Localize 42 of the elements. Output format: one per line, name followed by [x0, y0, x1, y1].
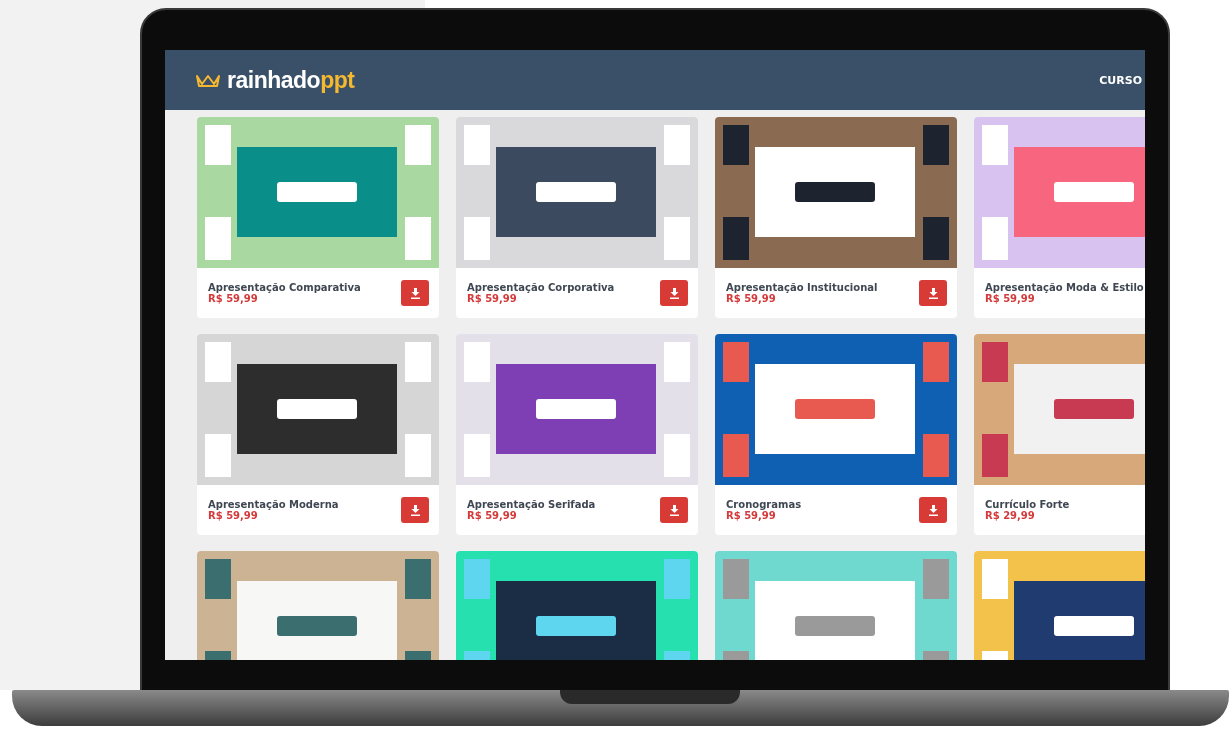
download-button[interactable]: [660, 280, 688, 306]
product-price: R$ 59,99: [208, 293, 258, 304]
download-icon: [409, 504, 421, 516]
product-title[interactable]: Apresentação Serifada: [467, 499, 660, 510]
product-price: R$ 59,99: [467, 293, 517, 304]
download-icon: [409, 287, 421, 299]
product-price: R$ 59,99: [208, 510, 258, 521]
product-price: R$ 59,99: [726, 510, 776, 521]
product-price: R$ 59,99: [985, 293, 1035, 304]
product-price: R$ 59,99: [467, 510, 517, 521]
template-thumbnail[interactable]: [974, 334, 1145, 485]
download-button[interactable]: [919, 280, 947, 306]
product-price: R$ 59,99: [726, 293, 776, 304]
product-title[interactable]: Cronogramas: [726, 499, 919, 510]
product-title[interactable]: Apresentação Moda & Estilo: [985, 282, 1145, 293]
download-button[interactable]: [919, 497, 947, 523]
product-title[interactable]: Apresentação Corporativa: [467, 282, 660, 293]
template-thumbnail[interactable]: [715, 551, 957, 660]
template-thumbnail[interactable]: [197, 334, 439, 485]
logo-text[interactable]: rainhadoppt: [227, 66, 355, 94]
template-thumbnail[interactable]: [974, 117, 1145, 268]
product-title[interactable]: Currículo Forte: [985, 499, 1145, 510]
download-icon: [927, 287, 939, 299]
download-icon: [668, 504, 680, 516]
product-price: R$ 29,99: [985, 510, 1036, 521]
crown-icon: [195, 73, 221, 87]
download-button[interactable]: [660, 497, 688, 523]
template-thumbnail[interactable]: [715, 334, 957, 485]
download-icon: [927, 504, 939, 516]
template-thumbnail[interactable]: [197, 551, 439, 660]
template-thumbnail[interactable]: [715, 117, 957, 268]
product-title[interactable]: Apresentação Comparativa: [208, 282, 401, 293]
nav-link[interactable]: CURSO: [1099, 73, 1145, 87]
product-title[interactable]: Apresentação Moderna: [208, 499, 401, 510]
template-thumbnail[interactable]: [456, 334, 698, 485]
template-thumbnail[interactable]: [456, 551, 698, 660]
template-thumbnail[interactable]: [456, 117, 698, 268]
download-icon: [668, 287, 680, 299]
product-title[interactable]: Apresentação Institucional: [726, 282, 919, 293]
download-button[interactable]: [401, 280, 429, 306]
download-button[interactable]: [401, 497, 429, 523]
template-thumbnail[interactable]: [197, 117, 439, 268]
